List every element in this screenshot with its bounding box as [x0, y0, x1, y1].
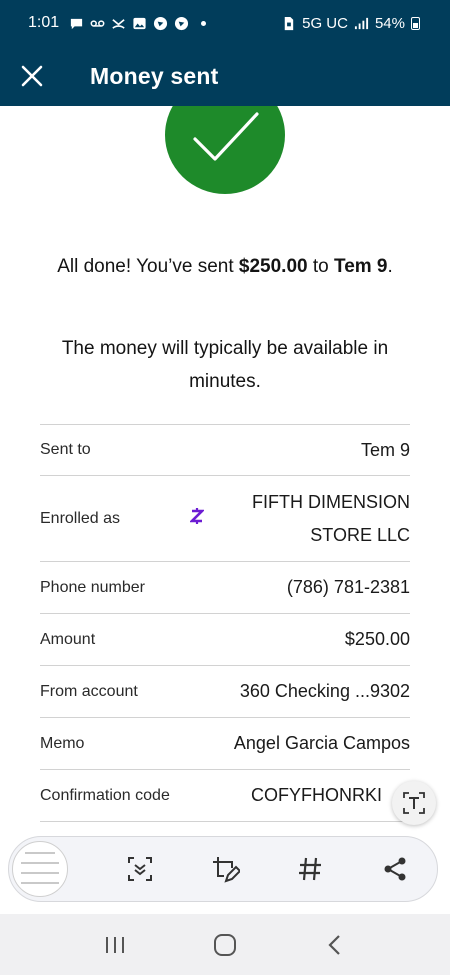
detail-value: $250.00	[344, 629, 410, 649]
sim-lock-icon	[281, 16, 296, 31]
recipient-name: Tem 9	[334, 256, 388, 277]
battery-icon	[411, 16, 420, 30]
home-icon	[214, 933, 236, 956]
main-content: All done! You’ve sent $250.00 to Tem 9. …	[0, 106, 450, 836]
hashtag-button[interactable]	[282, 841, 338, 897]
availability-message: The money will typically be available in…	[61, 338, 389, 392]
chat-bubble-icon	[69, 16, 84, 31]
battery-percent: 54%	[374, 14, 405, 32]
back-icon	[328, 934, 340, 955]
detail-label: Enrolled as	[40, 509, 121, 527]
detail-label: Memo	[40, 734, 85, 752]
page-title: Money sent	[90, 62, 219, 89]
home-button[interactable]	[195, 920, 255, 970]
gallery-icon	[132, 16, 147, 31]
detail-value: Angel Garcia Campos	[233, 733, 410, 753]
detail-label: Amount	[40, 630, 96, 648]
hashtag-icon	[299, 857, 321, 881]
detail-label: From account	[40, 682, 138, 700]
back-button[interactable]	[305, 920, 365, 970]
missed-call-icon	[111, 16, 126, 31]
detail-row-amount: Amount $250.00	[40, 614, 410, 666]
enrolled-name-line2: STORE LLC	[310, 524, 410, 545]
detail-value: (786) 781-2381	[286, 577, 410, 597]
detail-row-phone: Phone number (786) 781-2381	[40, 562, 410, 614]
scroll-capture-icon	[128, 857, 152, 881]
zelle-z-icon	[188, 507, 206, 531]
detail-value: Tem 9	[360, 439, 410, 460]
navigation-bar	[0, 914, 450, 975]
detail-value: FIFTH DIMENSION STORE LLC	[220, 486, 410, 552]
status-right: 5G UC 54%	[281, 15, 420, 32]
sent-amount: $250.00	[238, 256, 308, 277]
screenshot-thumbnail[interactable]	[12, 841, 68, 897]
circle-app-icon	[174, 16, 189, 31]
status-bar: 1:01 5G UC 54%	[0, 0, 450, 46]
thumb-line	[25, 852, 55, 854]
share-icon	[384, 857, 406, 881]
detail-row-memo: Memo Angel Garcia Campos	[40, 718, 410, 770]
thumb-line	[21, 882, 59, 884]
recent-apps-icon	[106, 936, 124, 953]
detail-label: Sent to	[40, 441, 91, 458]
message-mid: to	[307, 256, 334, 277]
detail-value: 360 Checking ...9302	[239, 681, 410, 701]
checkmark-icon	[193, 112, 259, 161]
enrolled-name-line1: FIFTH DIMENSION	[252, 491, 410, 512]
close-icon	[21, 65, 43, 87]
notification-dot-icon	[201, 20, 207, 26]
recent-apps-button[interactable]	[85, 920, 145, 970]
close-button[interactable]	[0, 46, 64, 106]
draw-edit-button[interactable]	[197, 841, 253, 897]
thumb-line	[21, 872, 59, 874]
app-bar: Money sent	[0, 46, 450, 106]
scroll-capture-button[interactable]	[112, 841, 168, 897]
status-left: 1:01	[28, 14, 207, 32]
confirmation-message: All done! You’ve sent $250.00 to Tem 9.	[50, 252, 400, 282]
detail-row-sent-to: Sent to Tem 9	[40, 424, 410, 476]
detail-row-from-account: From account 360 Checking ...9302	[40, 666, 410, 718]
network-label: 5G UC	[302, 14, 348, 32]
status-time: 1:01	[28, 14, 60, 31]
detail-label: Phone number	[40, 578, 145, 596]
circle-app-icon	[153, 16, 168, 31]
detail-label: Confirmation code	[40, 786, 170, 804]
detail-value: COFYFHONRKI	[250, 785, 382, 805]
thumb-line	[21, 862, 59, 864]
text-extract-button[interactable]	[392, 781, 436, 825]
draw-edit-icon	[213, 857, 240, 883]
message-suffix: .	[387, 256, 393, 277]
text-extract-icon	[403, 792, 425, 814]
detail-row-confirmation: Confirmation code COFYFHONRKI	[40, 770, 410, 822]
screenshot-toolbar	[8, 836, 438, 902]
detail-row-enrolled-as: Enrolled as FIFTH DIMENSION STORE LLC	[40, 476, 410, 562]
success-badge	[165, 106, 285, 194]
transfer-details: Sent to Tem 9 Enrolled as FIFTH DIMENSIO…	[40, 424, 410, 822]
message-prefix: All done! You’ve sent	[57, 256, 239, 277]
voicemail-icon	[90, 16, 105, 31]
signal-bars-icon	[354, 16, 369, 31]
share-button[interactable]	[367, 841, 423, 897]
